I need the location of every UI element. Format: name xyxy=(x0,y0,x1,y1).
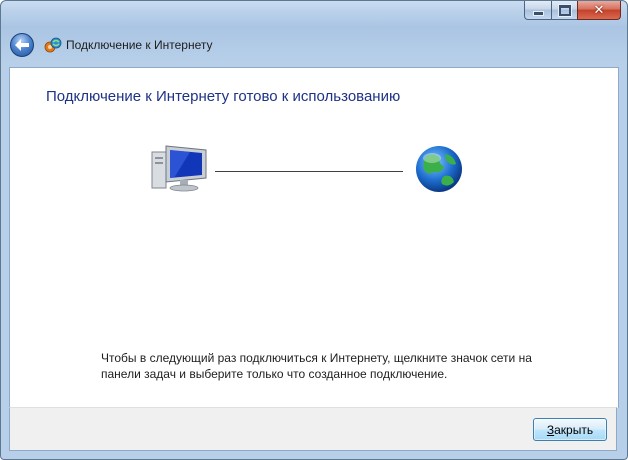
computer-icon xyxy=(151,145,207,192)
back-arrow-icon xyxy=(15,39,29,51)
dialog-window: ✕ Подключение к Интернету Подключение к … xyxy=(0,0,628,460)
maximize-button[interactable] xyxy=(551,1,577,20)
hint-text: Чтобы в следующий раз подключиться к Инт… xyxy=(101,350,571,382)
close-icon: ✕ xyxy=(593,2,605,18)
navigation-bar: Подключение к Интернету xyxy=(1,25,627,65)
minimize-icon xyxy=(532,10,544,16)
dialog-footer: Закрыть xyxy=(9,407,617,451)
minimize-button[interactable] xyxy=(524,1,551,20)
hint-line-2: панели задач и выберите только что созда… xyxy=(101,367,448,381)
maximize-icon xyxy=(558,4,571,16)
back-button[interactable] xyxy=(10,33,34,57)
caption-buttons: ✕ xyxy=(524,1,621,20)
window-title: Подключение к Интернету xyxy=(66,38,213,52)
hint-line-1: Чтобы в следующий раз подключиться к Инт… xyxy=(101,351,532,365)
internet-globe-icon xyxy=(416,146,462,192)
close-button-label: акрыть xyxy=(554,422,594,437)
connection-line xyxy=(215,171,403,172)
window-close-button[interactable]: ✕ xyxy=(577,1,621,20)
network-connection-icon xyxy=(44,37,62,53)
content-pane: Подключение к Интернету готово к использ… xyxy=(9,67,619,408)
close-button[interactable]: Закрыть xyxy=(533,418,607,441)
page-title: Подключение к Интернету готово к использ… xyxy=(46,88,401,105)
